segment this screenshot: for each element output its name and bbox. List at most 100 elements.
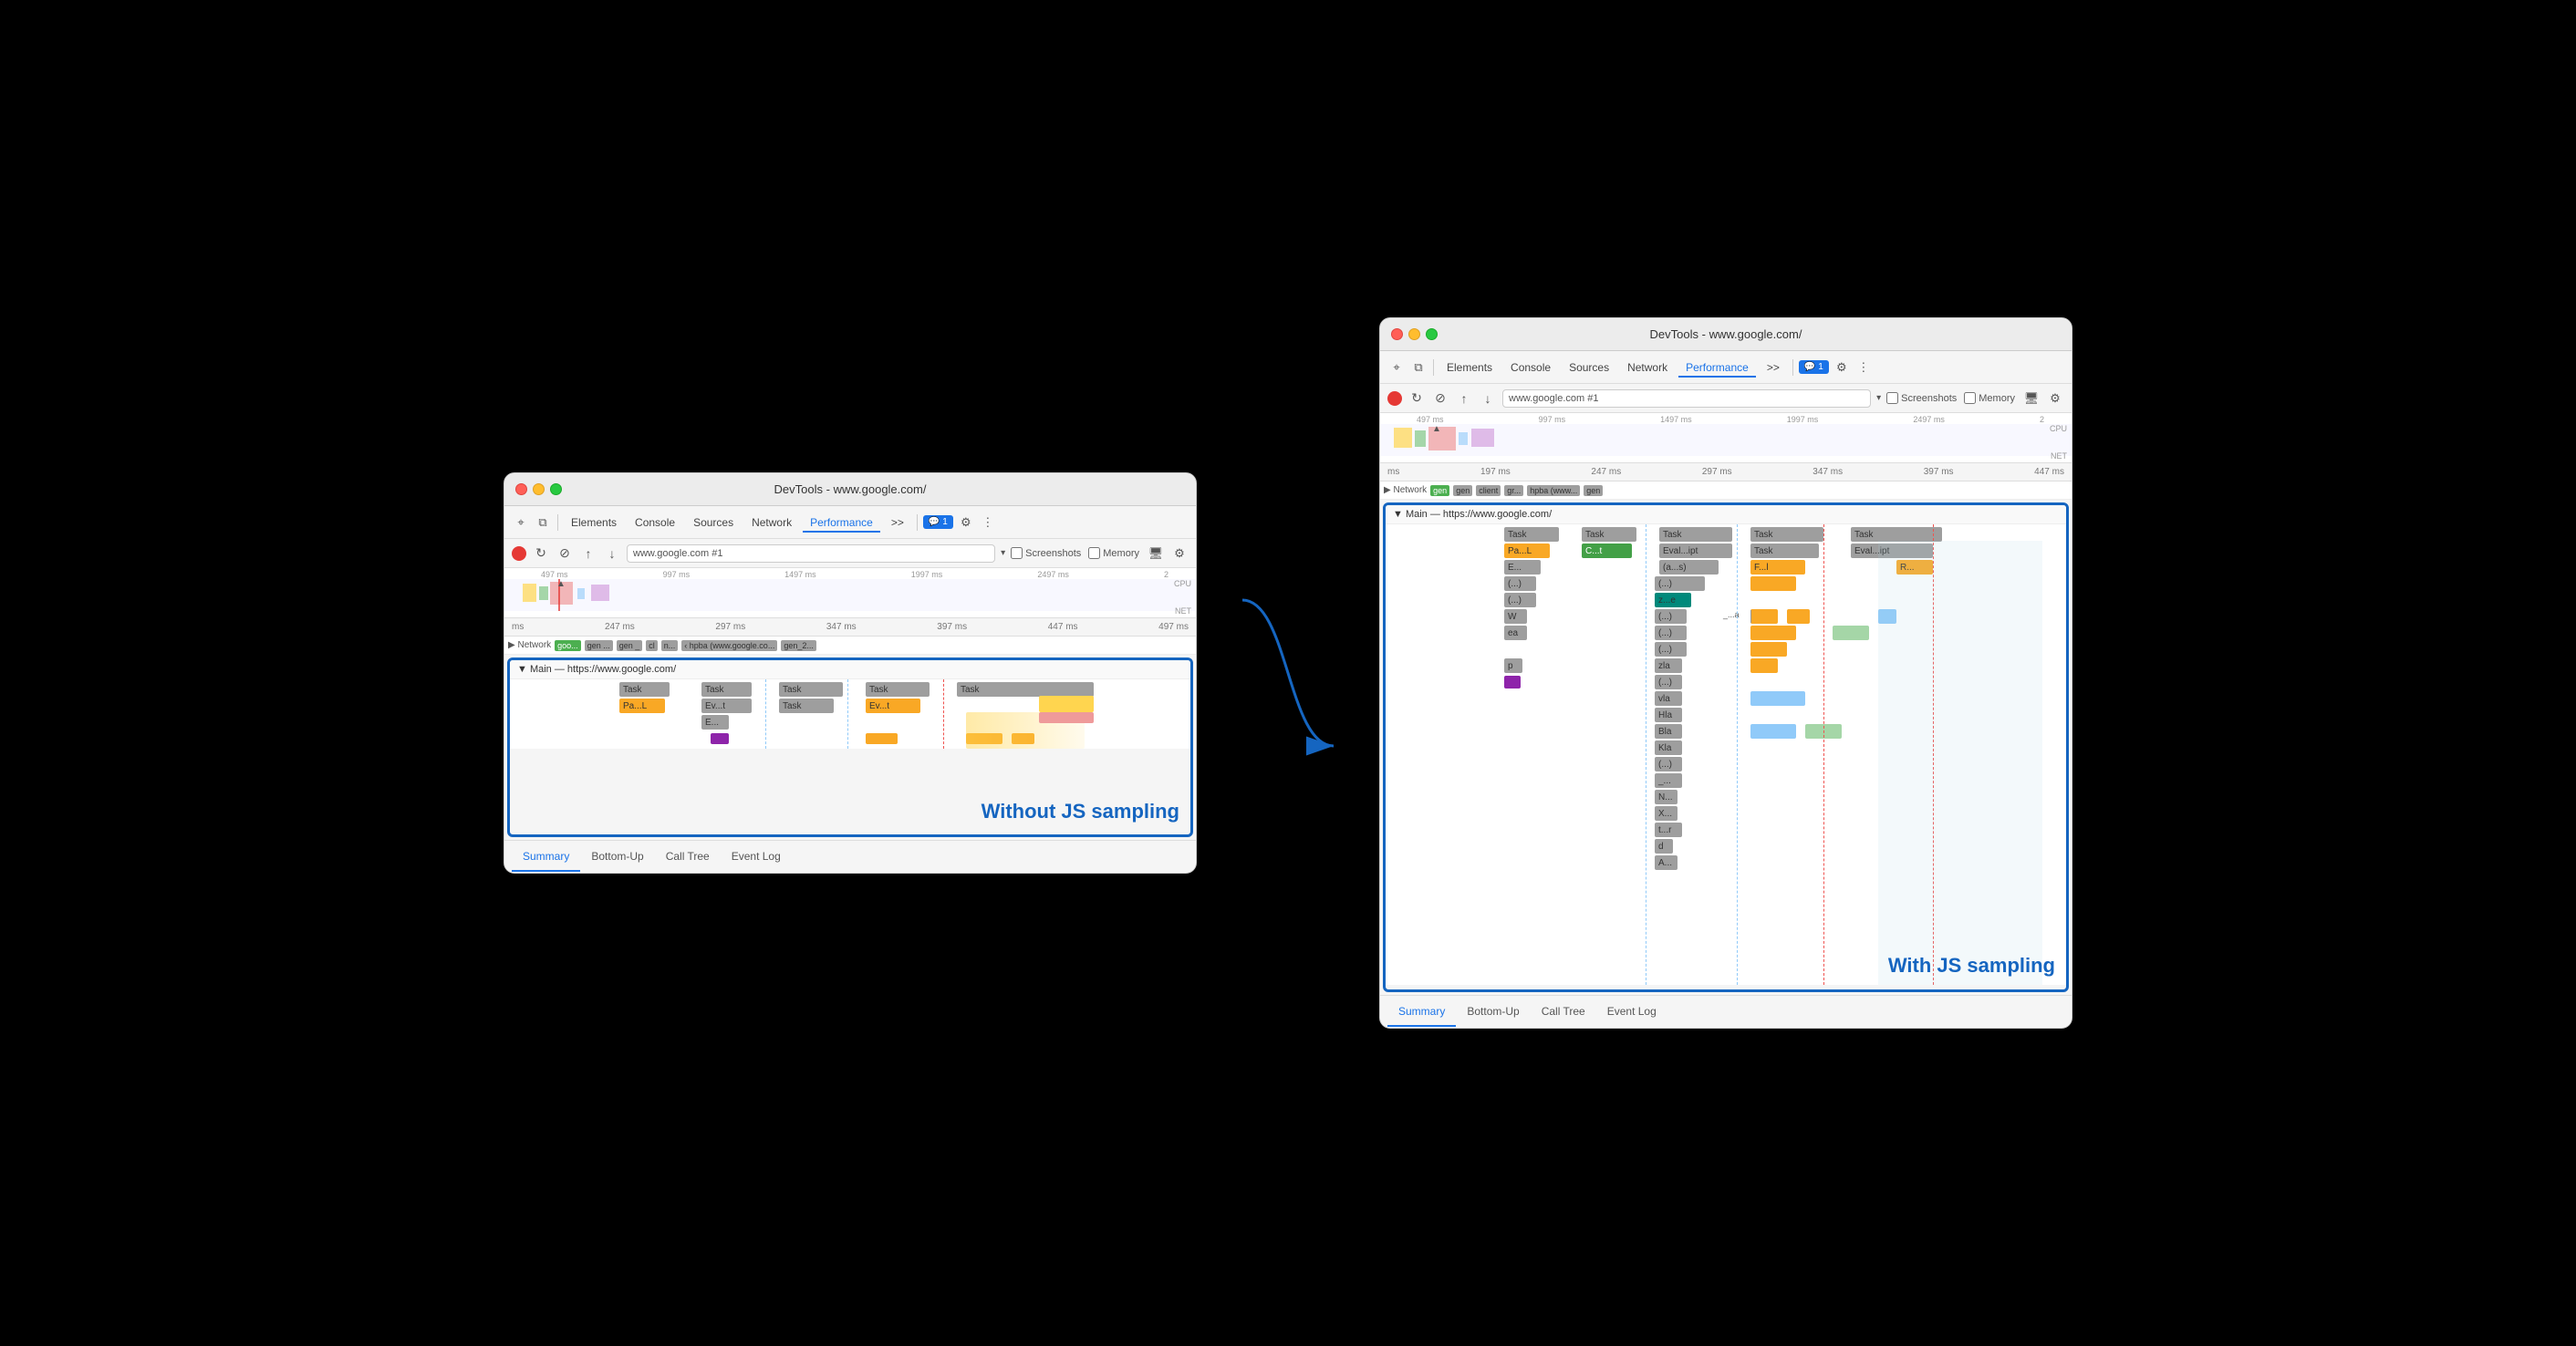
right-memory-icon[interactable]: 🖥 xyxy=(2022,389,2041,408)
r-w[interactable]: W xyxy=(1504,609,1527,624)
right-settings2-icon[interactable]: ⚙ xyxy=(2046,389,2064,408)
r-task-1[interactable]: Task xyxy=(1504,527,1559,542)
r-yellow-7[interactable] xyxy=(1750,626,1796,640)
r-ze[interactable]: z...e xyxy=(1655,593,1691,607)
r-yellow-6a[interactable] xyxy=(1750,609,1778,624)
settings-icon[interactable]: ⚙ xyxy=(957,513,975,532)
reload-icon[interactable]: ↻ xyxy=(532,544,550,563)
tab-console[interactable]: Console xyxy=(628,513,682,533)
r-undund[interactable]: _... xyxy=(1655,773,1682,788)
r-task-3[interactable]: Task xyxy=(1659,527,1732,542)
right-settings-icon[interactable]: ⚙ xyxy=(1833,358,1851,377)
layers-icon[interactable]: ⧉ xyxy=(534,513,552,532)
r-x[interactable]: X... xyxy=(1655,806,1678,821)
r-lb-6[interactable] xyxy=(1878,609,1896,624)
right-reload-icon[interactable]: ↻ xyxy=(1407,389,1426,408)
eval-block-2[interactable]: Ev...t xyxy=(866,699,920,713)
r-lg-13[interactable] xyxy=(1805,724,1842,739)
r-eval2[interactable]: Eval...ipt xyxy=(1851,544,1933,558)
r-a-block[interactable]: (a...s) xyxy=(1659,560,1719,575)
cursor-icon[interactable]: ⌖ xyxy=(512,513,530,532)
r-compile[interactable]: C...t xyxy=(1582,544,1632,558)
right-tab-more[interactable]: >> xyxy=(1760,357,1787,378)
tab-more[interactable]: >> xyxy=(884,513,911,533)
right-download-icon[interactable]: ↓ xyxy=(1479,389,1497,408)
screenshots-label[interactable]: Screenshots xyxy=(1011,547,1081,559)
r-lg-7[interactable] xyxy=(1833,626,1869,640)
yellow-sub-block[interactable] xyxy=(866,733,898,744)
r-lb-11[interactable] xyxy=(1750,691,1805,706)
task-block-1[interactable]: Task xyxy=(619,682,670,697)
task-block-5[interactable]: Task xyxy=(957,682,1094,697)
close-button[interactable] xyxy=(515,483,527,495)
record-button[interactable] xyxy=(512,546,526,561)
r-kla[interactable]: Kla xyxy=(1655,740,1682,755)
tab-elements[interactable]: Elements xyxy=(564,513,624,533)
r-lb-13[interactable] xyxy=(1750,724,1796,739)
tab-performance[interactable]: Performance xyxy=(803,513,880,533)
task-block-4[interactable]: Task xyxy=(866,682,930,697)
r-a[interactable]: A... xyxy=(1655,855,1678,870)
right-minimize-button[interactable] xyxy=(1408,328,1420,340)
right-tab-network[interactable]: Network xyxy=(1620,357,1675,378)
r-parse[interactable]: Pa...L xyxy=(1504,544,1550,558)
right-cursor-icon[interactable]: ⌖ xyxy=(1387,358,1406,377)
r-paren8[interactable]: (...) xyxy=(1655,757,1682,771)
tab-calltree-left[interactable]: Call Tree xyxy=(655,843,721,872)
more-icon[interactable]: ⋮ xyxy=(979,513,997,532)
tab-summary-right[interactable]: Summary xyxy=(1387,998,1456,1027)
right-tab-elements[interactable]: Elements xyxy=(1439,357,1500,378)
right-record-button[interactable] xyxy=(1387,391,1402,406)
task-block-2[interactable]: Task xyxy=(701,682,752,697)
tab-sources[interactable]: Sources xyxy=(686,513,741,533)
r-purple[interactable] xyxy=(1504,676,1521,689)
right-upload-icon[interactable]: ↑ xyxy=(1455,389,1473,408)
r-paren6[interactable]: (...) xyxy=(1655,642,1687,657)
right-dropdown-arrow[interactable]: ▾ xyxy=(1876,393,1881,403)
e-block[interactable]: E... xyxy=(701,715,729,730)
dropdown-arrow[interactable]: ▾ xyxy=(1001,548,1005,558)
r-yellow-9[interactable] xyxy=(1750,658,1778,673)
memory-label[interactable]: Memory xyxy=(1088,547,1139,559)
r-yellow-8[interactable] xyxy=(1750,642,1787,657)
right-memory-checkbox[interactable] xyxy=(1964,392,1976,404)
r-e-block[interactable]: E... xyxy=(1504,560,1541,575)
right-close-button[interactable] xyxy=(1391,328,1403,340)
right-screenshots-checkbox[interactable] xyxy=(1886,392,1898,404)
task-block-6[interactable]: Task xyxy=(779,699,834,713)
right-maximize-button[interactable] xyxy=(1426,328,1438,340)
tab-network[interactable]: Network xyxy=(744,513,799,533)
maximize-button[interactable] xyxy=(550,483,562,495)
r-bla[interactable]: Bla xyxy=(1655,724,1682,739)
tab-eventlog-right[interactable]: Event Log xyxy=(1596,998,1667,1027)
tab-bottomup-left[interactable]: Bottom-Up xyxy=(580,843,654,872)
download-icon[interactable]: ↓ xyxy=(603,544,621,563)
r-p[interactable]: p xyxy=(1504,658,1522,673)
tab-summary-left[interactable]: Summary xyxy=(512,843,580,872)
tab-bottomup-right[interactable]: Bottom-Up xyxy=(1456,998,1530,1027)
r-r-block[interactable]: R... xyxy=(1896,560,1933,575)
right-memory-label[interactable]: Memory xyxy=(1964,392,2015,404)
r-yellow-4[interactable] xyxy=(1750,576,1796,591)
r-zla[interactable]: zla xyxy=(1655,658,1682,673)
r-f-block[interactable]: F...l xyxy=(1750,560,1805,575)
r-task-4[interactable]: Task xyxy=(1750,527,1823,542)
minimize-button[interactable] xyxy=(533,483,545,495)
r-tr[interactable]: t...r xyxy=(1655,823,1682,837)
r-d[interactable]: d xyxy=(1655,839,1673,854)
r-paren1[interactable]: (...) xyxy=(1504,576,1536,591)
clear-icon[interactable]: ⊘ xyxy=(556,544,574,563)
settings2-icon[interactable]: ⚙ xyxy=(1170,544,1189,563)
r-task-5[interactable]: Task xyxy=(1851,527,1942,542)
purple-block-1[interactable] xyxy=(711,733,729,744)
r-vla[interactable]: vla xyxy=(1655,691,1682,706)
right-tab-performance[interactable]: Performance xyxy=(1678,357,1756,378)
r-yellow-6b[interactable] xyxy=(1787,609,1810,624)
r-paren5[interactable]: (...) xyxy=(1655,626,1687,640)
parse-block[interactable]: Pa...L xyxy=(619,699,665,713)
right-layers-icon[interactable]: ⧉ xyxy=(1409,358,1428,377)
r-paren7[interactable]: (...) xyxy=(1655,675,1682,689)
right-tab-sources[interactable]: Sources xyxy=(1562,357,1616,378)
r-paren4[interactable]: (...) xyxy=(1655,609,1687,624)
r-task-2[interactable]: Task xyxy=(1582,527,1636,542)
